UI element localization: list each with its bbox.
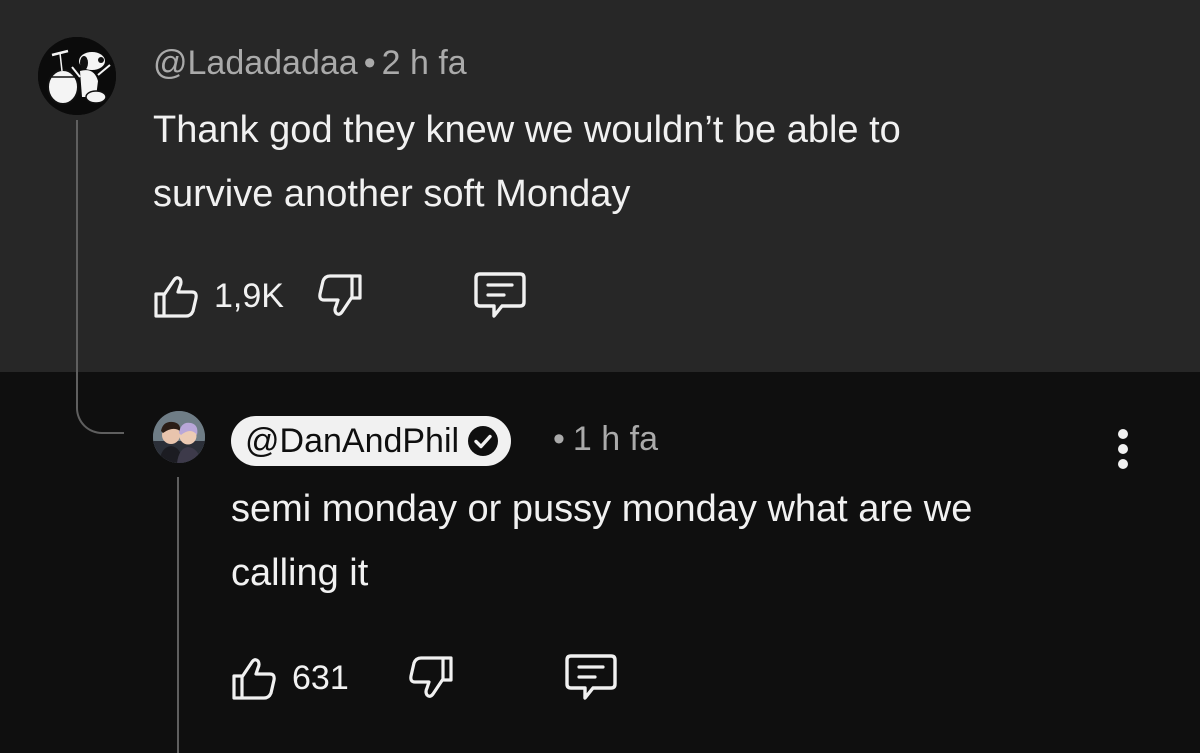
comment-thread: @Ladadadaa • 2 h fa Thank god they knew we… [0, 0, 1200, 753]
thumbs-down-icon [408, 656, 453, 698]
comment-text: Thank god they knew we wouldn’t be able … [153, 98, 1153, 226]
comment-text-line: survive another soft Monday [153, 173, 631, 215]
more-vertical-icon [1118, 429, 1128, 469]
like-button[interactable]: 1,9K [150, 270, 284, 322]
reply-button[interactable] [470, 268, 530, 324]
meta-separator: • [553, 420, 565, 458]
snoopy-drummer-icon [38, 37, 116, 115]
parent-comment: @Ladadadaa • 2 h fa Thank god they knew we… [0, 0, 1200, 372]
comment-text-line: semi monday or pussy monday what are we [231, 488, 973, 530]
comment-actions: 631 [228, 650, 621, 706]
reply-comment-icon [565, 654, 617, 700]
thread-connector-line [177, 477, 179, 753]
avatar[interactable] [38, 37, 116, 115]
like-count: 631 [292, 658, 349, 697]
like-button[interactable]: 631 [228, 652, 349, 704]
thumbs-up-icon [154, 276, 198, 318]
comment-text-line: Thank god they knew we wouldn’t be able … [153, 109, 901, 151]
comment-text: semi monday or pussy monday what are we … [231, 477, 1171, 605]
comment-actions: 1,9K [150, 268, 530, 324]
author-name: @DanAndPhil [245, 421, 460, 460]
comment-meta: @Ladadadaa • 2 h fa [153, 44, 467, 83]
like-count: 1,9K [214, 276, 284, 315]
two-people-avatar-icon [153, 411, 205, 463]
more-options-button[interactable] [1110, 426, 1136, 474]
dislike-button[interactable] [314, 270, 366, 322]
timestamp[interactable]: 2 h fa [382, 44, 467, 82]
author-chip[interactable]: @DanAndPhil [231, 416, 512, 466]
meta-separator: • [363, 44, 376, 82]
thread-connector-line [76, 120, 124, 434]
dislike-button[interactable] [405, 652, 457, 704]
comment-text-line: calling it [231, 552, 369, 594]
author-name[interactable]: @Ladadadaa [153, 44, 358, 82]
reply-button[interactable] [561, 650, 621, 706]
comment-meta: • 1 h fa [553, 420, 658, 459]
avatar[interactable] [153, 411, 205, 463]
verified-check-icon [468, 426, 499, 456]
thumbs-up-icon [232, 658, 276, 700]
timestamp[interactable]: 1 h fa [573, 420, 658, 458]
reply-comment-icon [474, 272, 526, 318]
thumbs-down-icon [318, 274, 362, 316]
